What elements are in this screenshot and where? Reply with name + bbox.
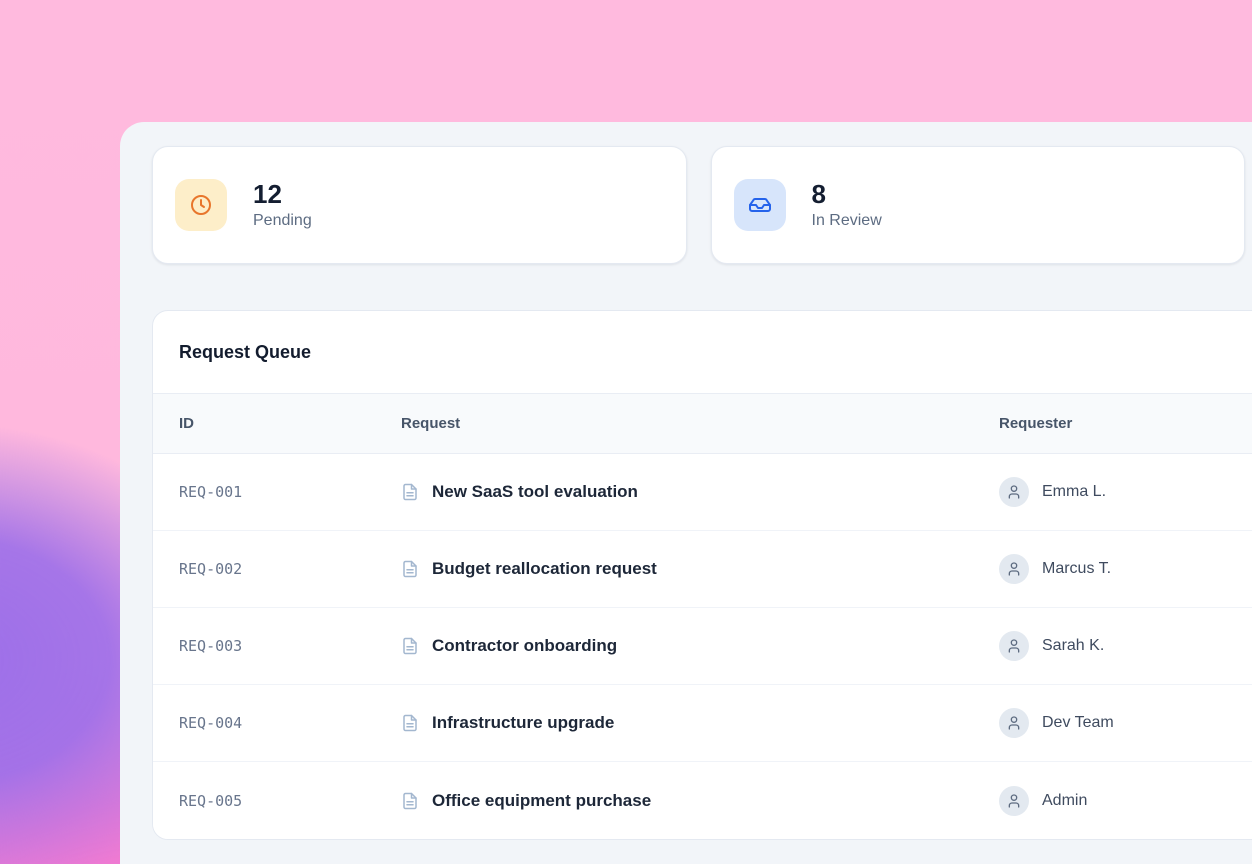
user-avatar-icon <box>999 477 1029 507</box>
requester-name: Emma L. <box>1042 483 1106 501</box>
request-title: Contractor onboarding <box>432 636 617 656</box>
request-cell: New SaaS tool evaluation <box>401 482 999 502</box>
stat-text: 8 In Review <box>812 180 882 231</box>
column-header-request: Request <box>401 415 999 432</box>
requester-name: Marcus T. <box>1042 560 1111 578</box>
file-text-icon <box>401 792 419 810</box>
table-row[interactable]: REQ-004 Infrastructure upgrade <box>153 685 1252 762</box>
requester-cell: Sarah K. <box>999 631 1252 661</box>
table-row[interactable]: REQ-003 Contractor onboarding <box>153 608 1252 685</box>
table-row[interactable]: REQ-001 New SaaS tool evaluation <box>153 454 1252 531</box>
user-avatar-icon <box>999 631 1029 661</box>
stats-row: 12 Pending 8 In Review <box>152 146 1245 264</box>
column-header-requester: Requester <box>999 415 1252 432</box>
file-text-icon <box>401 714 419 732</box>
request-id: REQ-003 <box>153 637 401 655</box>
stat-card-pending: 12 Pending <box>152 146 687 264</box>
request-id: REQ-005 <box>153 792 401 810</box>
stat-value-pending: 12 <box>253 180 312 210</box>
requester-cell: Admin <box>999 786 1252 816</box>
stat-value-in-review: 8 <box>812 180 882 210</box>
requester-name: Sarah K. <box>1042 637 1104 655</box>
request-title: Office equipment purchase <box>432 791 651 811</box>
requester-name: Dev Team <box>1042 714 1114 732</box>
stat-card-in-review: 8 In Review <box>711 146 1246 264</box>
user-avatar-icon <box>999 554 1029 584</box>
user-avatar-icon <box>999 708 1029 738</box>
file-text-icon <box>401 483 419 501</box>
request-queue-card: Request Queue ID Request Requester REQ-0… <box>152 310 1252 840</box>
inbox-icon <box>734 179 786 231</box>
file-text-icon <box>401 560 419 578</box>
table-row[interactable]: REQ-002 Budget reallocation request <box>153 531 1252 608</box>
requester-cell: Emma L. <box>999 477 1252 507</box>
request-title: Infrastructure upgrade <box>432 713 614 733</box>
requester-cell: Dev Team <box>999 708 1252 738</box>
request-id: REQ-002 <box>153 560 401 578</box>
clock-icon <box>175 179 227 231</box>
requester-name: Admin <box>1042 792 1087 810</box>
request-cell: Budget reallocation request <box>401 559 999 579</box>
stat-text: 12 Pending <box>253 180 312 231</box>
request-title: Budget reallocation request <box>432 559 657 579</box>
stat-label-pending: Pending <box>253 212 312 230</box>
request-id: REQ-001 <box>153 483 401 501</box>
stat-label-in-review: In Review <box>812 212 882 230</box>
page-title: Request Queue <box>179 342 311 363</box>
request-cell: Infrastructure upgrade <box>401 713 999 733</box>
table-body: REQ-001 New SaaS tool evaluation <box>153 454 1252 839</box>
table-row[interactable]: REQ-005 Office equipment purchase <box>153 762 1252 839</box>
request-queue-header: Request Queue <box>153 311 1252 394</box>
request-title: New SaaS tool evaluation <box>432 482 638 502</box>
requester-cell: Marcus T. <box>999 554 1252 584</box>
table-header-row: ID Request Requester <box>153 394 1252 454</box>
request-cell: Office equipment purchase <box>401 791 999 811</box>
main-panel: 12 Pending 8 In Review Request Queue ID … <box>120 122 1252 864</box>
request-cell: Contractor onboarding <box>401 636 999 656</box>
request-id: REQ-004 <box>153 714 401 732</box>
file-text-icon <box>401 637 419 655</box>
user-avatar-icon <box>999 786 1029 816</box>
column-header-id: ID <box>153 415 401 432</box>
